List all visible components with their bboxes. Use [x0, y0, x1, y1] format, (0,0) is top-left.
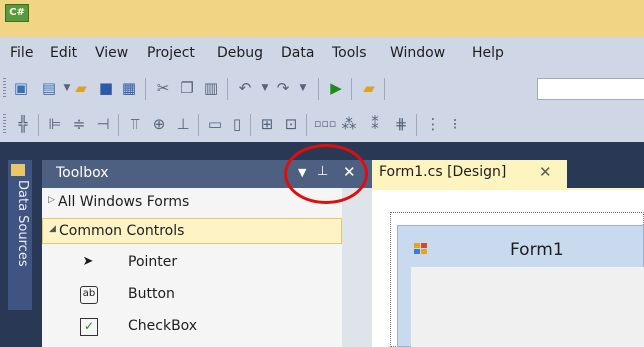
redo-icon[interactable]: ↷ — [274, 79, 292, 97]
form-title: Form1 — [510, 240, 564, 260]
align-rights-icon[interactable]: ⊣ — [94, 115, 112, 133]
undo-icon[interactable]: ↶ — [236, 79, 254, 97]
make-same-width-icon[interactable]: ▭ — [206, 115, 224, 133]
menu-window[interactable]: Window — [390, 45, 445, 61]
toolbar-separator — [318, 78, 319, 100]
toolbar-separator — [198, 114, 199, 136]
tool-label: Button — [128, 286, 175, 302]
toolbar-separator — [306, 114, 307, 136]
chevron-down-icon[interactable]: ▼ — [256, 79, 274, 97]
toolbar-separator — [416, 114, 417, 136]
close-icon[interactable]: ✕ — [539, 163, 552, 181]
toolbox-group-common-controls[interactable]: ◢ Common Controls — [42, 218, 342, 244]
title-bar — [0, 0, 644, 37]
menu-data[interactable]: Data — [281, 45, 314, 61]
make-same-size-icon[interactable]: ⊡ — [282, 115, 300, 133]
group-label: All Windows Forms — [58, 194, 190, 210]
toolbox-title: Toolbox — [56, 165, 109, 181]
menu-file[interactable]: File — [10, 45, 33, 61]
find-in-files-icon[interactable]: ▰ — [360, 79, 378, 97]
toolbox-item-checkbox[interactable]: ✓ CheckBox — [42, 312, 342, 342]
size-to-grid-icon[interactable]: ⊞ — [258, 115, 276, 133]
vertical-spacing-equal-icon[interactable]: ⋮ — [424, 115, 442, 133]
toolbar-separator — [384, 78, 385, 100]
checkbox-icon: ✓ — [80, 318, 98, 336]
cut-icon[interactable]: ✂ — [154, 79, 172, 97]
toolbar-grip[interactable] — [3, 114, 6, 134]
expanded-triangle-icon: ◢ — [49, 224, 56, 234]
toolbox-scrollbar[interactable] — [342, 188, 372, 347]
toolbar-separator — [145, 78, 146, 100]
new-project-icon[interactable]: ▣ — [12, 79, 30, 97]
menu-tools[interactable]: Tools — [332, 45, 367, 61]
save-all-icon[interactable]: ▦ — [120, 79, 138, 97]
menu-debug[interactable]: Debug — [217, 45, 263, 61]
menu-project[interactable]: Project — [147, 45, 195, 61]
tool-label: Pointer — [128, 254, 178, 270]
toolbar-separator — [351, 78, 352, 100]
increase-horizontal-spacing-icon[interactable]: ⁂ — [340, 115, 358, 133]
menu-bar: File Edit View Project Debug Data Tools … — [0, 37, 644, 70]
menu-view[interactable]: View — [95, 45, 128, 61]
form-client-area[interactable] — [411, 267, 644, 347]
remove-horizontal-spacing-icon[interactable]: ⋕ — [392, 115, 410, 133]
align-middles-icon[interactable]: ⊕ — [150, 115, 168, 133]
app-icon: C# — [5, 4, 29, 22]
chevron-down-icon[interactable]: ▼ — [294, 79, 312, 97]
copy-icon[interactable]: ❐ — [178, 79, 196, 97]
toolbar-grip[interactable] — [3, 78, 6, 98]
horizontal-spacing-equal-icon[interactable]: ▫▫▫ — [314, 115, 336, 133]
form-icon — [414, 243, 427, 254]
data-sources-icon — [11, 164, 25, 176]
data-sources-label: Data Sources — [15, 180, 30, 267]
toolbox-item-pointer[interactable]: ➤ Pointer — [42, 248, 342, 278]
align-bottoms-icon[interactable]: ⊥ — [174, 115, 192, 133]
standard-toolbar: ▣ ▤ ▼ ▰ ■ ▦ ✂ ❐ ▥ ↶ ▼ ↷ ▼ ▶ ▰ — [0, 70, 644, 106]
align-centers-icon[interactable]: ≑ — [70, 115, 88, 133]
align-lefts-icon[interactable]: ⊫ — [46, 115, 64, 133]
add-item-icon[interactable]: ▤ — [40, 79, 58, 97]
start-debugging-icon[interactable]: ▶ — [327, 79, 345, 97]
find-input[interactable] — [537, 78, 644, 100]
menu-help[interactable]: Help — [472, 45, 504, 61]
tool-label: CheckBox — [128, 318, 198, 334]
paste-icon[interactable]: ▥ — [202, 79, 220, 97]
layout-toolbar: ╬ ⊫ ≑ ⊣ ⫪ ⊕ ⊥ ▭ ▯ ⊞ ⊡ ▫▫▫ ⁂ ⁑ ⋕ ⋮ ⁝ — [0, 106, 644, 142]
document-tab-label: Form1.cs [Design] — [379, 164, 507, 180]
collapsed-triangle-icon: ▷ — [48, 195, 55, 205]
align-tops-icon[interactable]: ⫪ — [126, 115, 144, 133]
menu-edit[interactable]: Edit — [50, 45, 77, 61]
toolbar-separator — [250, 114, 251, 136]
toolbar-separator — [118, 114, 119, 136]
toolbar-separator — [38, 114, 39, 136]
pointer-arrow-icon: ➤ — [82, 254, 94, 269]
decrease-horizontal-spacing-icon[interactable]: ⁑ — [366, 115, 384, 133]
button-ab-icon: ab — [80, 286, 98, 304]
group-label: Common Controls — [59, 223, 185, 239]
highlight-circle-annotation — [284, 144, 368, 204]
make-same-height-icon[interactable]: ▯ — [228, 115, 246, 133]
toolbar-separator — [227, 78, 228, 100]
align-to-grid-icon[interactable]: ╬ — [14, 115, 32, 133]
save-icon[interactable]: ■ — [97, 79, 115, 97]
open-folder-icon[interactable]: ▰ — [72, 79, 90, 97]
toolbox-item-button[interactable]: ab Button — [42, 280, 342, 310]
increase-vertical-spacing-icon[interactable]: ⁝ — [446, 115, 464, 133]
